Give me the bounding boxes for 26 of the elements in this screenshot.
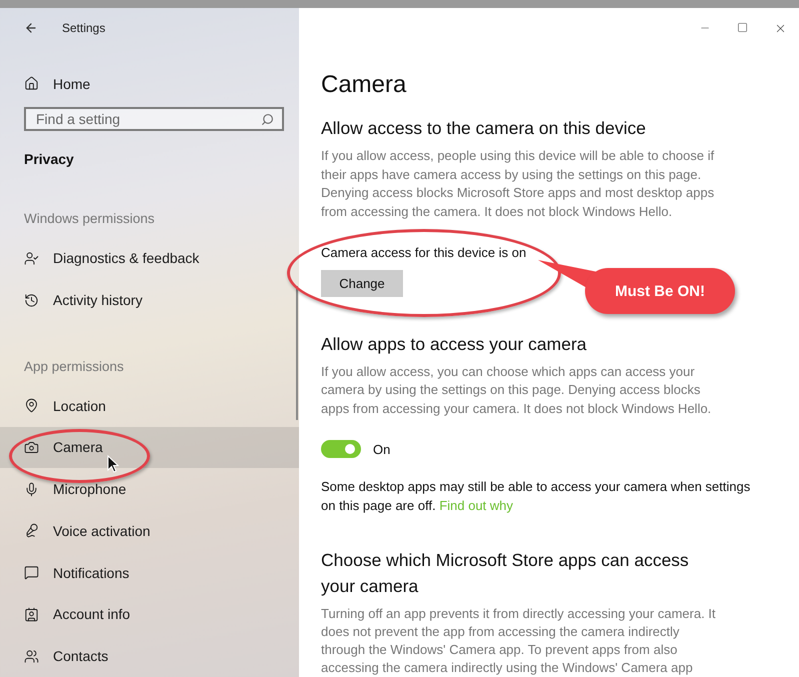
group-label: App permissions [23,358,125,376]
sidebar-item[interactable]: Camera [0,426,299,468]
section-title: Privacy [23,150,75,169]
home-link[interactable]: Home [0,63,299,105]
description: If you allow access, people using this device will be able to choose if their apps have camera access by using the settings on this page. Denying access blocks Microsoft Store apps and most desktop apps from accessing the camera. It does not block Windows Hello. [321,147,716,221]
window-title: Settings [62,21,106,35]
sidebar-item[interactable]: Contacts [0,635,299,677]
section-heading: Choose which Microsoft Store apps can access your camera [321,549,690,598]
sidebar-item[interactable]: Activity history [0,279,299,321]
sidebar-item[interactable]: Notifications [0,552,299,594]
sidebar-item[interactable]: Location [0,384,299,427]
sidebar-item[interactable]: Voice activation [0,510,299,552]
section-heading: Allow access to the camera on this device [321,117,647,140]
note-text: Some desktop apps may still be able to access your camera when settings on this page are off. Find out why [321,478,751,515]
search-field[interactable]: Find a setting [24,106,284,131]
change-button[interactable]: Change [321,270,403,296]
sidebar-item[interactable]: Account info [0,594,299,636]
section-heading: Allow apps to access your camera [321,332,588,356]
group-label: Windows permissions [23,210,156,228]
status-text: Camera access for this device is on [321,245,528,260]
description: Turning off an app prevents it from directly accessing your camera. It does not prevent the app from accessing the camera indirectly through the Windows' Camera app. To prevent apps from also accessing the camera indirectly using the Windows' Camera app [321,605,717,677]
toggle-label: On [373,442,390,456]
page-title: Camera [321,71,408,100]
description: If you allow access, you can choose which apps can access your camera by using the settings on this page. Denying access blocks apps from accessing your camera. It does not block Windows Hello. [321,362,712,418]
sidebar-item[interactable]: Microphone [0,468,299,510]
sidebar-item[interactable]: Diagnostics & feedback [0,237,299,280]
